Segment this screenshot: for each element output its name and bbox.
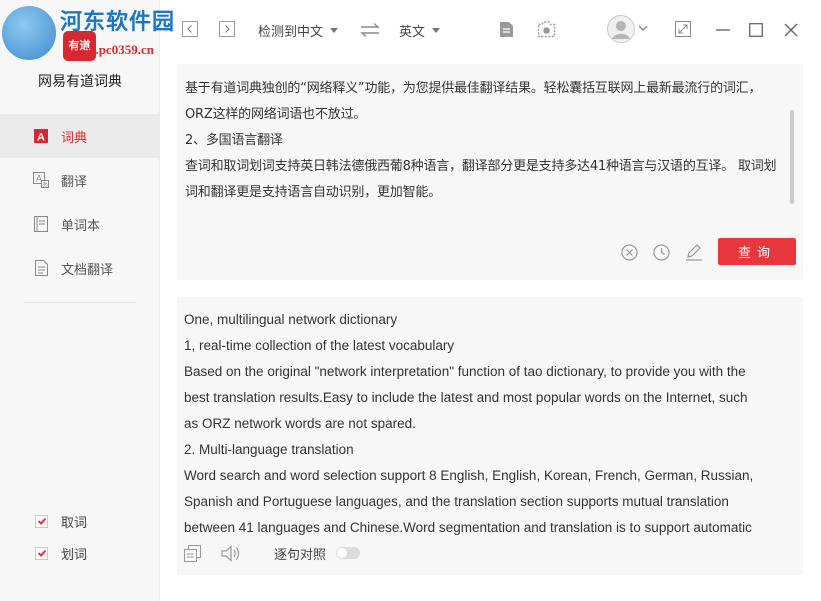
maximize-button[interactable]: [749, 23, 763, 37]
sidebar-item-dictionary[interactable]: A 词典: [0, 114, 160, 158]
svg-text:A: A: [37, 132, 45, 144]
result-line: between 41 languages and Chinese.Word se…: [184, 520, 752, 535]
chevron-right-icon: [219, 21, 235, 37]
check-icon: [37, 549, 46, 557]
sidebar-divider: [24, 302, 136, 303]
source-language-label: 检测到中文: [258, 25, 324, 40]
output-panel: One, multilingual network dictionary 1, …: [177, 297, 803, 575]
chevron-left-icon: [182, 21, 198, 37]
top-toolbar: 检测到中文 英文: [160, 0, 821, 60]
document-button[interactable]: [498, 20, 514, 38]
sidebar-nav: A 词典 Aあ 翻译 单词本 文档翻译: [0, 114, 160, 290]
minimize-button[interactable]: [716, 28, 730, 32]
source-language-select[interactable]: 检测到中文: [258, 21, 339, 40]
document-translate-icon: [33, 260, 49, 276]
translate-icon: Aあ: [33, 172, 49, 188]
sidebar-item-label: 文档翻译: [61, 262, 114, 278]
wordbook-icon: [33, 216, 49, 232]
maximize-icon: [749, 23, 763, 37]
copy-icon: [184, 544, 201, 562]
edit-icon: [686, 243, 702, 261]
result-line: 1, real-time collection of the latest vo…: [184, 338, 455, 353]
swap-languages-button[interactable]: [359, 21, 381, 39]
word-capture-label: 取词: [61, 515, 88, 531]
check-icon: [37, 517, 46, 525]
input-line: 2、多国语言翻译: [185, 133, 283, 148]
clear-button[interactable]: [621, 241, 638, 263]
word-select-checkbox[interactable]: [35, 546, 48, 560]
input-scrollbar[interactable]: [790, 110, 794, 204]
sidebar-item-wordbook[interactable]: 单词本: [0, 202, 160, 246]
sentence-align-label: 逐句对照: [274, 547, 327, 563]
query-button[interactable]: 查询: [718, 238, 796, 265]
result-line: Spanish and Portuguese languages, and th…: [184, 494, 729, 509]
app-title: 网易有道词典: [38, 74, 122, 90]
input-panel[interactable]: 基于有道词典独创的“网络释义”功能，为您提供最佳翻译结果。轻松囊括互联网上最新最…: [177, 64, 803, 280]
mini-mode-button[interactable]: [675, 21, 691, 37]
input-line: 基于有道词典独创的“网络释义”功能，为您提供最佳翻译结果。轻松囊括互联网上最新最…: [185, 81, 762, 96]
input-text-area[interactable]: 基于有道词典独创的“网络释义”功能，为您提供最佳翻译结果。轻松囊括互联网上最新最…: [185, 76, 785, 206]
input-line: 词和翻译更是支持语言自动识别，更加智能。: [185, 185, 442, 200]
app-logo: 有道: [63, 31, 96, 61]
account-menu-button[interactable]: [638, 24, 648, 32]
clear-icon: [621, 243, 638, 261]
history-button[interactable]: [653, 241, 670, 263]
result-line: One, multilingual network dictionary: [184, 312, 398, 327]
screenshot-translate-button[interactable]: [537, 19, 557, 39]
back-button[interactable]: [182, 21, 198, 37]
user-avatar-button[interactable]: [607, 15, 635, 43]
sidebar-item-translate[interactable]: Aあ 翻译: [0, 158, 160, 202]
input-line: 查词和取词划词支持英日韩法德俄西葡8种语言，翻译部分更是支持多达41种语言与汉语…: [185, 159, 777, 174]
copy-button[interactable]: [184, 544, 202, 562]
avatar-icon: [607, 15, 635, 43]
close-icon: [784, 23, 798, 37]
swap-icon: [360, 22, 380, 38]
forward-button[interactable]: [219, 21, 235, 37]
speak-button[interactable]: [221, 544, 241, 562]
word-capture-checkbox[interactable]: [35, 514, 48, 528]
sidebar-item-label: 词典: [61, 130, 88, 146]
clock-icon: [653, 243, 670, 261]
word-select-label: 划词: [61, 547, 88, 563]
resize-icon: [675, 21, 691, 37]
capture-options: 取词 划词: [35, 505, 87, 569]
result-line: as ORZ network words are not spared.: [184, 416, 416, 431]
translation-result: One, multilingual network dictionary 1, …: [184, 307, 788, 541]
svg-text:あ: あ: [42, 182, 48, 189]
app-logo-text: 有道: [68, 39, 91, 52]
document-icon: [499, 21, 513, 37]
result-line: 2. Multi-language translation: [184, 442, 354, 457]
chevron-down-icon: [432, 28, 441, 33]
handwriting-button[interactable]: [685, 241, 703, 263]
result-line: best translation results.Easy to include…: [184, 390, 748, 405]
sidebar: 有道 网易有道词典 A 词典 Aあ 翻译 单词本 文档翻译 取词 划词: [0, 0, 160, 601]
chevron-down-icon: [330, 28, 339, 33]
camera-icon: [537, 20, 556, 37]
sidebar-item-document-translate[interactable]: 文档翻译: [0, 246, 160, 290]
output-toolbar: 逐句对照: [184, 543, 361, 563]
result-line: Word search and word selection support 8…: [184, 468, 754, 483]
target-language-label: 英文: [399, 25, 426, 40]
sidebar-item-label: 单词本: [61, 218, 101, 234]
input-line: ORZ这样的网络词语也不放过。: [185, 107, 367, 122]
target-language-select[interactable]: 英文: [399, 21, 441, 40]
close-button[interactable]: [784, 23, 798, 37]
speaker-icon: [221, 544, 240, 562]
dictionary-icon: A: [33, 128, 49, 144]
word-select-option[interactable]: 划词: [35, 537, 87, 569]
sentence-align-toggle[interactable]: [336, 547, 361, 559]
sidebar-item-label: 翻译: [61, 174, 88, 190]
minimize-icon: [716, 29, 730, 31]
word-capture-option[interactable]: 取词: [35, 505, 87, 537]
chevron-down-icon: [638, 25, 648, 31]
result-line: Based on the original "network interpret…: [184, 364, 746, 379]
